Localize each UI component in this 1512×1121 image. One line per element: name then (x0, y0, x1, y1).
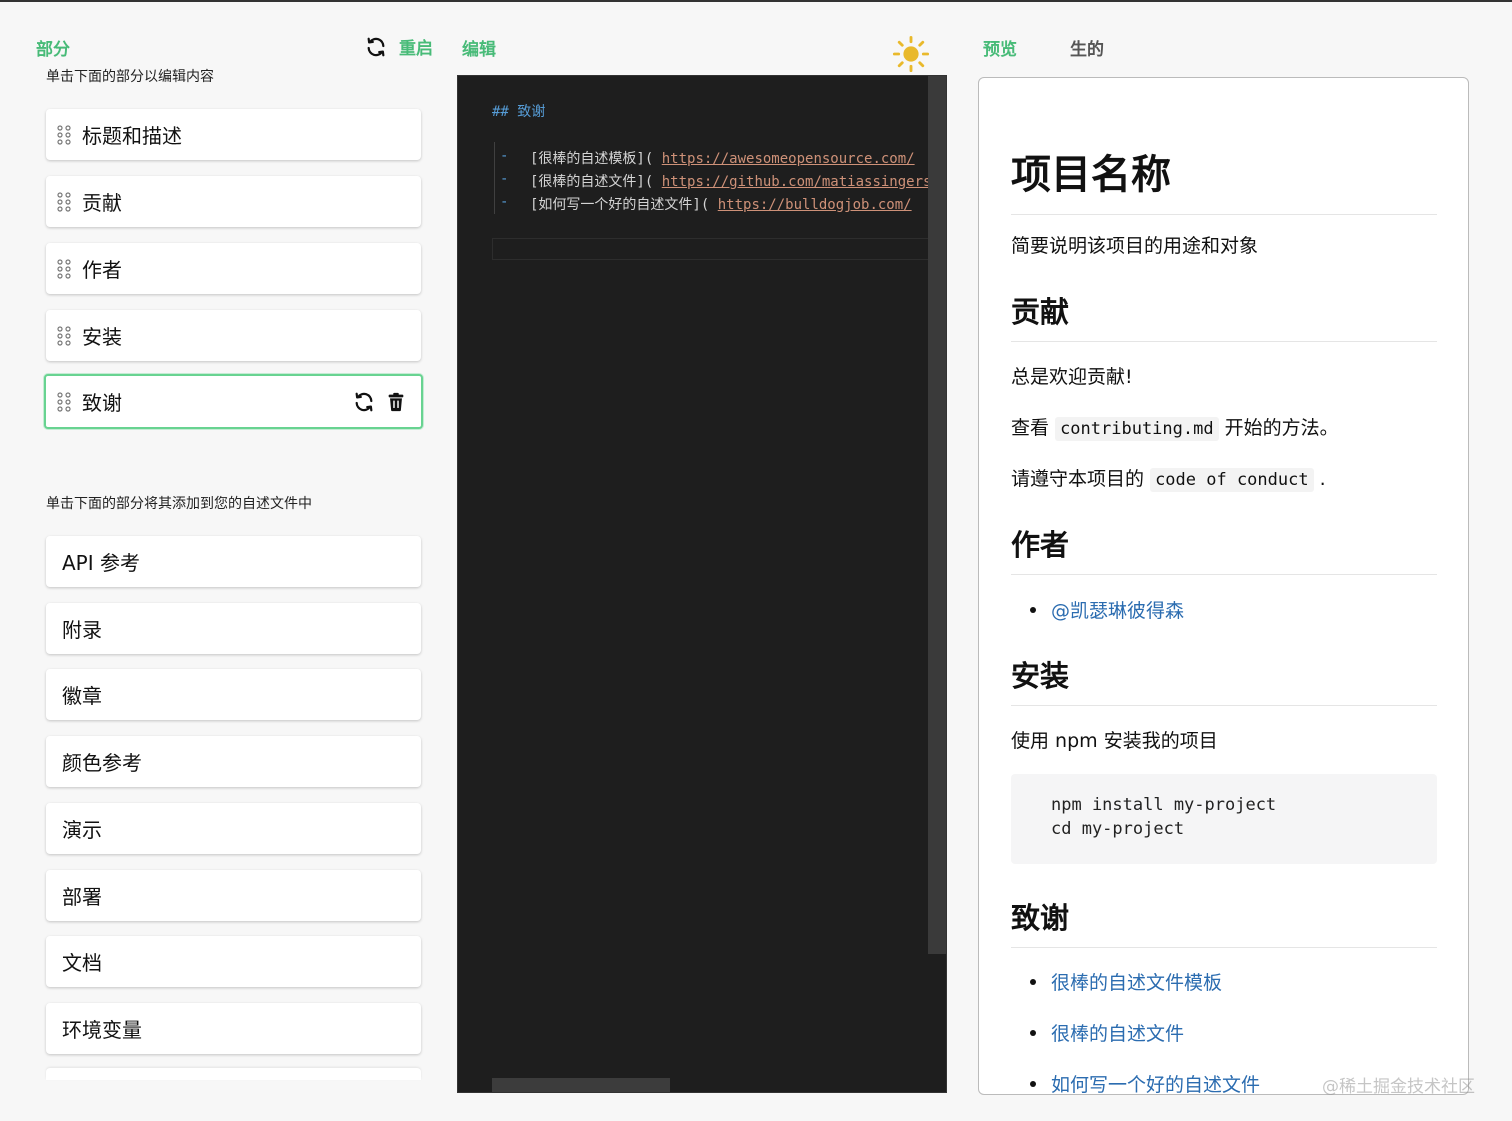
installation-text: 使用 npm 安装我的项目 (1011, 730, 1218, 752)
author-link[interactable]: @凯瑟琳彼得森 (1051, 600, 1184, 622)
list-item: 很棒的自述文件 (1011, 1019, 1260, 1070)
section-card-authors[interactable]: 作者 (46, 243, 421, 294)
list-item: @凯瑟琳彼得森 (1011, 596, 1184, 647)
section-card-label: 部署 (62, 885, 102, 909)
section-card-label: 致谢 (82, 391, 122, 415)
section-card-label: 文档 (62, 951, 102, 975)
code-line: npm install my-project (1051, 795, 1277, 815)
tab-raw[interactable]: 生的 (1070, 35, 1104, 60)
section-card-label: 贡献 (82, 191, 122, 215)
acknowledgements-heading: 致谢 (1011, 895, 1437, 948)
edit-hint: 单击下面的部分以编辑内容 (46, 69, 214, 85)
markdown-preview[interactable]: 项目名称 简要说明该项目的用途和对象 贡献 总是欢迎贡献! 查看 contrib… (978, 77, 1469, 1095)
add-hint: 单击下面的部分将其添加到您的自述文件中 (46, 496, 312, 512)
editor-link-line: [如何写一个好的自述文件]( https://bulldogjob.com/ (530, 194, 912, 214)
section-card-label: 颜色参考 (62, 751, 142, 775)
drag-handle-icon[interactable] (46, 258, 82, 279)
available-section-environment-variables[interactable]: 环境变量 (46, 1003, 421, 1054)
drag-handle-icon[interactable] (46, 325, 82, 346)
editor-title: 编辑 (462, 40, 496, 60)
section-card-label: 附录 (62, 618, 102, 642)
ack-link[interactable]: 很棒的自述文件 (1051, 1023, 1184, 1045)
editor-horizontal-scrollbar[interactable] (492, 1078, 670, 1092)
drag-handle-icon[interactable] (46, 124, 82, 145)
contributing-see-line: 查看 contributing.md 开始的方法。 (1011, 413, 1339, 441)
available-section-api-reference[interactable]: API 参考 (46, 536, 421, 587)
reset-label: 重启 (399, 39, 433, 59)
available-section-partial[interactable] (46, 1068, 421, 1080)
editor-link-url[interactable]: https://bulldogjob.com/ (718, 197, 912, 213)
code-of-conduct-line: 请遵守本项目的 code of conduct . (1011, 464, 1326, 492)
project-title: 项目名称 (1011, 142, 1437, 215)
available-section-color-reference[interactable]: 颜色参考 (46, 736, 421, 787)
section-card-label: 环境变量 (62, 1018, 142, 1042)
editor-cursor-line[interactable] (492, 238, 946, 260)
refresh-icon (367, 37, 385, 56)
section-card-label: API 参考 (62, 551, 140, 575)
available-section-documentation[interactable]: 文档 (46, 936, 421, 987)
editor-heading-line: ## 致谢 (492, 104, 546, 120)
trash-icon[interactable] (385, 391, 407, 413)
section-card-title-description[interactable]: 标题和描述 (46, 109, 421, 160)
sections-title: 部分 (36, 40, 70, 60)
acknowledgements-list: 很棒的自述文件模板 很棒的自述文件 如何写一个好的自述文件 (1011, 968, 1260, 1094)
list-dash: - (500, 148, 509, 164)
section-card-contributing[interactable]: 贡献 (46, 176, 421, 227)
available-section-deployment[interactable]: 部署 (46, 870, 421, 921)
watermark: @稀土掘金技术社区 (1322, 1077, 1475, 1097)
editor-link-url[interactable]: https://awesomeopensource.com/ (662, 151, 915, 167)
available-section-appendix[interactable]: 附录 (46, 603, 421, 654)
drag-handle-icon[interactable] (46, 191, 82, 212)
installation-heading: 安装 (1011, 653, 1437, 706)
tab-preview[interactable]: 预览 (983, 35, 1017, 60)
code-of-conduct-period: . (1319, 468, 1326, 490)
section-card-label: 徽章 (62, 684, 102, 708)
reset-button[interactable]: 重启 (365, 34, 433, 59)
markdown-editor[interactable]: ## 致谢 - [很棒的自述模板]( https://awesomeopenso… (457, 75, 947, 1093)
ack-link[interactable]: 如何写一个好的自述文件 (1051, 1074, 1260, 1094)
contributing-file-code: contributing.md (1055, 417, 1219, 441)
section-card-label: 演示 (62, 818, 102, 842)
available-section-badges[interactable]: 徽章 (46, 669, 421, 720)
project-description: 简要说明该项目的用途和对象 (1011, 235, 1259, 257)
code-of-conduct-code: code of conduct (1150, 468, 1314, 492)
editor-link-url[interactable]: https://github.com/matiassingers (662, 174, 932, 190)
editor-link-text: [如何写一个好的自述文件]( (530, 197, 710, 213)
contributing-see: 查看 (1011, 417, 1050, 439)
indent-guide (494, 142, 495, 214)
editor-link-text: [很棒的自述文件]( (530, 174, 654, 190)
section-card-installation[interactable]: 安装 (46, 310, 421, 361)
section-card-label: 标题和描述 (82, 124, 182, 148)
code-line: cd my-project (1051, 819, 1185, 839)
list-dash: - (500, 171, 509, 187)
drag-handle-icon[interactable] (46, 391, 82, 412)
editor-link-text: [很棒的自述模板]( (530, 151, 654, 167)
section-card-label: 安装 (82, 325, 122, 349)
editor-link-line: [很棒的自述文件]( https://github.com/matiassing… (530, 171, 931, 191)
list-item: 如何写一个好的自述文件 (1011, 1070, 1260, 1094)
ack-link[interactable]: 很棒的自述文件模板 (1051, 972, 1222, 994)
list-dash: - (500, 194, 509, 210)
installation-code-block: npm install my-project cd my-project (1011, 774, 1437, 864)
refresh-icon[interactable] (353, 391, 375, 413)
contributing-start: 开始的方法。 (1224, 417, 1339, 439)
authors-list: @凯瑟琳彼得森 (1011, 596, 1184, 647)
code-of-conduct-prefix: 请遵守本项目的 (1011, 468, 1145, 490)
section-card-label: 作者 (82, 258, 122, 282)
editor-link-line: [很棒的自述模板]( https://awesomeopensource.com… (530, 148, 915, 168)
available-section-demo[interactable]: 演示 (46, 803, 421, 854)
list-item: 很棒的自述文件模板 (1011, 968, 1260, 1019)
editor-vertical-scrollbar[interactable] (928, 76, 946, 954)
sun-icon[interactable] (892, 35, 930, 73)
authors-heading: 作者 (1011, 522, 1437, 575)
contributing-heading: 贡献 (1011, 289, 1437, 342)
section-card-acknowledgements[interactable]: 致谢 (44, 374, 423, 429)
contributing-welcome: 总是欢迎贡献! (1011, 366, 1133, 388)
